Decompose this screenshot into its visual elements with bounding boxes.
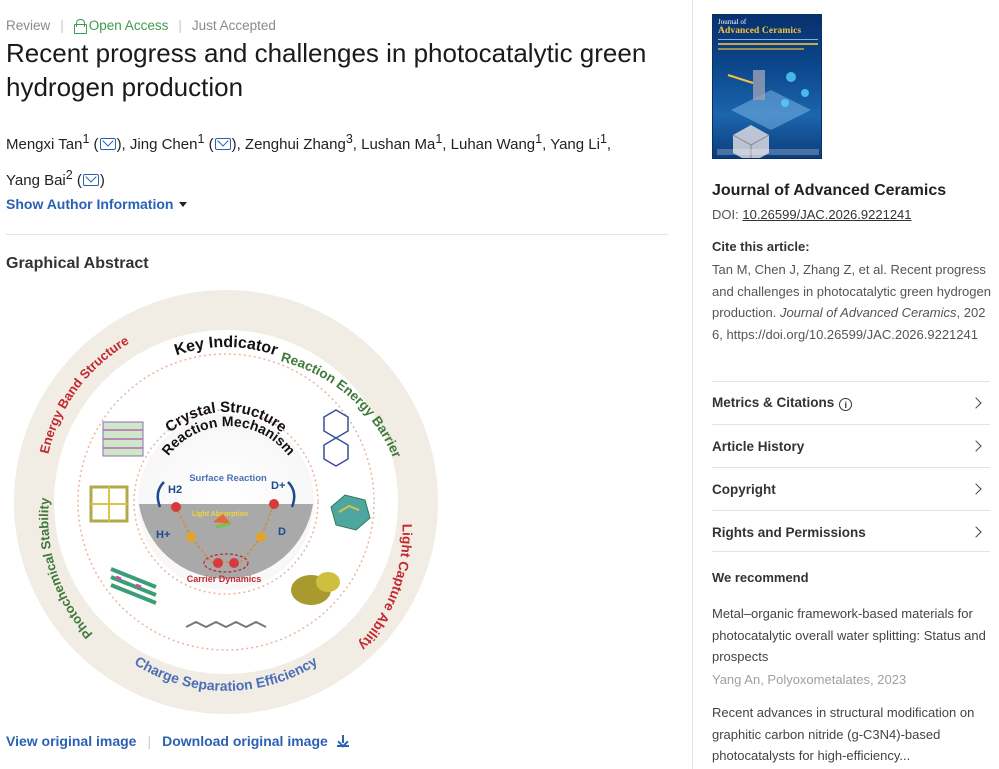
info-icon: i <box>839 398 853 412</box>
email-icon[interactable] <box>99 138 116 150</box>
author[interactable]: Jing Chen1 <box>130 132 205 153</box>
cover-artwork <box>727 70 811 158</box>
view-original-image-link[interactable]: View original image <box>6 733 136 749</box>
divider <box>712 551 990 552</box>
download-original-image-link[interactable]: Download original image <box>162 733 349 749</box>
article-meta: Review | Open Access | Just Accepted <box>6 18 276 34</box>
open-access-badge: Open Access <box>73 18 169 34</box>
email-icon[interactable] <box>82 174 99 186</box>
chevron-right-icon <box>970 440 982 452</box>
chevron-right-icon <box>970 526 982 538</box>
article-status: Just Accepted <box>191 18 276 33</box>
divider <box>6 234 668 235</box>
h2-label: H2 <box>168 484 182 496</box>
accordion-metrics-citations[interactable]: Metrics & Citations i <box>712 381 990 424</box>
chevron-right-icon <box>970 483 982 495</box>
author[interactable]: Yang Bai2 <box>6 168 73 189</box>
download-icon <box>336 735 349 747</box>
author[interactable]: Yang Li1 <box>550 132 607 153</box>
image-links: View original image | Download original … <box>6 733 349 749</box>
meta-divider: | <box>178 18 182 33</box>
crystal-thumbnail <box>102 421 144 457</box>
article-sidebar: Journal of Advanced Ceramics Journal of … <box>692 0 999 769</box>
citation-text: Tan M, Chen J, Zhang Z, et al. Recent pr… <box>712 262 991 342</box>
doi: DOI: 10.26599/JAC.2026.9221241 <box>712 207 912 222</box>
author[interactable]: Mengxi Tan1 <box>6 132 89 153</box>
recommend-heading: We recommend <box>712 570 809 585</box>
show-author-info-button[interactable]: Show Author Information <box>6 196 188 212</box>
article-title: Recent progress and challenges in photoc… <box>6 38 647 102</box>
graphical-abstract-image[interactable]: Key Indicator Reaction Energy Barrier Li… <box>6 282 446 722</box>
journal-cover-image[interactable]: Journal of Advanced Ceramics <box>712 14 822 159</box>
author[interactable]: Zenghui Zhang3 <box>245 132 353 153</box>
recommendation-title[interactable]: Recent advances in structural modificati… <box>712 702 992 767</box>
graphical-abstract-heading: Graphical Abstract <box>6 255 149 272</box>
surface-reaction-label: Surface Reaction <box>189 473 267 484</box>
doi-link[interactable]: 10.26599/JAC.2026.9221241 <box>742 207 911 222</box>
author[interactable]: Lushan Ma1 <box>361 132 442 153</box>
accordion-copyright[interactable]: Copyright <box>712 467 990 510</box>
accordion-article-history[interactable]: Article History <box>712 424 990 467</box>
dplus-label: D+ <box>271 480 285 492</box>
carrier-dynamics-label: Carrier Dynamics <box>187 574 262 584</box>
open-access-label: Open Access <box>88 18 169 33</box>
email-icon[interactable] <box>214 138 231 150</box>
meta-divider: | <box>60 18 64 33</box>
citation-journal: Journal of Advanced Ceramics <box>779 305 957 320</box>
hplus-label: H+ <box>156 529 170 541</box>
journal-name: Journal of Advanced Ceramics <box>712 182 947 199</box>
chevron-right-icon <box>970 397 982 409</box>
recommendation-meta: Yang An, Polyoxometalates, 2023 <box>712 672 907 687</box>
recommendation-title[interactable]: Metal–organic framework-based materials … <box>712 603 992 668</box>
author-list: Mengxi Tan1 (), Jing Chen1 (), Zenghui Z… <box>6 132 612 189</box>
cite-heading: Cite this article: <box>712 239 810 254</box>
author[interactable]: Luhan Wang1 <box>451 132 542 153</box>
link-divider: | <box>147 733 152 749</box>
article-type: Review <box>6 18 51 33</box>
caret-down-icon <box>179 201 188 207</box>
accordion-rights-permissions[interactable]: Rights and Permissions <box>712 510 990 553</box>
d-label: D <box>278 526 286 538</box>
article-main: Review | Open Access | Just Accepted Rec… <box>0 0 692 769</box>
doi-label: DOI: <box>712 207 739 222</box>
show-author-info-label: Show Author Information <box>6 196 174 212</box>
lock-icon <box>73 19 87 34</box>
